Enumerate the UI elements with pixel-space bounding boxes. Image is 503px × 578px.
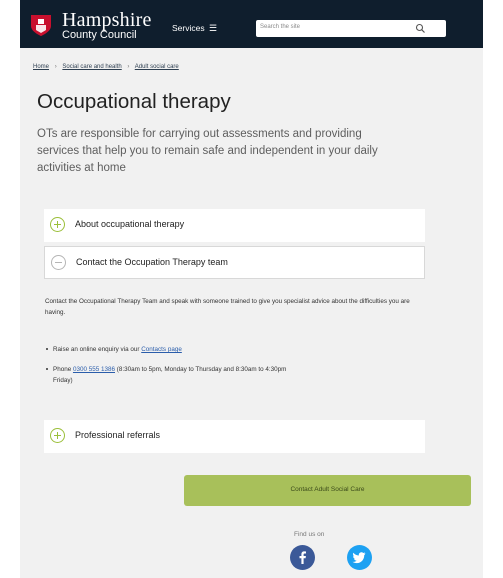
site-header: Hampshire County Council Services ☰ Sear… bbox=[20, 0, 483, 48]
bullet bbox=[46, 368, 48, 371]
menu-icon: ☰ bbox=[208, 23, 218, 33]
breadcrumb-adult-social-care[interactable]: Adult social care bbox=[135, 64, 179, 70]
contacts-page-link[interactable]: Contacts page bbox=[141, 346, 182, 353]
twitter-glyph bbox=[352, 552, 366, 564]
accordion-contact-team[interactable]: Contact the Occupation Therapy team bbox=[44, 246, 425, 279]
facebook-glyph bbox=[299, 551, 306, 564]
minus-circle-icon bbox=[51, 255, 66, 270]
plus-circle-icon bbox=[50, 428, 65, 443]
council-logo[interactable]: Hampshire County Council bbox=[30, 9, 180, 42]
facebook-icon[interactable] bbox=[290, 545, 315, 570]
breadcrumb: Home › Social care and health › Adult so… bbox=[33, 64, 179, 70]
contact-intro: Contact the Occupational Therapy Team an… bbox=[45, 298, 410, 316]
accordion-label: Professional referrals bbox=[75, 430, 161, 440]
breadcrumb-separator: › bbox=[54, 64, 57, 70]
search-box[interactable]: Search the site bbox=[256, 20, 446, 37]
search-input[interactable]: Search the site bbox=[260, 24, 300, 30]
breadcrumb-separator: › bbox=[127, 64, 130, 70]
accordion-label: About occupational therapy bbox=[75, 219, 185, 229]
search-icon[interactable] bbox=[415, 23, 426, 34]
accordion-professional-referrals[interactable]: Professional referrals bbox=[44, 420, 425, 453]
logo-subtitle: County Council bbox=[62, 29, 137, 41]
services-label: Services bbox=[172, 23, 205, 33]
accordion-label: Contact the Occupation Therapy team bbox=[76, 257, 228, 267]
bullet-text: Phone bbox=[53, 366, 72, 373]
page-title: Occupational therapy bbox=[37, 90, 231, 113]
page-lead: OTs are responsible for carrying out ass… bbox=[37, 128, 378, 174]
list-item: Phone 0300 555 1386 (8:30am to 5pm, Mond… bbox=[46, 364, 414, 386]
cta-label: Contact Adult Social Care bbox=[290, 486, 365, 493]
accordion-about-occupational-therapy[interactable]: About occupational therapy bbox=[44, 209, 425, 242]
twitter-icon[interactable] bbox=[347, 545, 372, 570]
breadcrumb-home[interactable]: Home bbox=[33, 64, 49, 70]
contact-adult-social-care-button[interactable]: Contact Adult Social Care bbox=[184, 475, 471, 506]
services-menu-button[interactable]: Services ☰ bbox=[172, 23, 217, 34]
breadcrumb-social-care-and-health[interactable]: Social care and health bbox=[62, 64, 121, 70]
phone-link[interactable]: 0300 555 1386 bbox=[73, 366, 115, 373]
bullet bbox=[46, 348, 48, 351]
crest-icon bbox=[31, 15, 51, 36]
list-item: Raise an online enquiry via our Contacts… bbox=[46, 344, 414, 355]
plus-circle-icon bbox=[50, 217, 65, 232]
bullet-text: Raise an online enquiry via our bbox=[53, 346, 140, 353]
find-us-label: Find us on bbox=[294, 531, 325, 538]
opening-hours: (8:30am to 5pm, Monday to Thursday and 8… bbox=[116, 366, 287, 373]
page: Hampshire County Council Services ☰ Sear… bbox=[20, 0, 483, 578]
opening-hours-cont: Friday) bbox=[53, 377, 73, 384]
